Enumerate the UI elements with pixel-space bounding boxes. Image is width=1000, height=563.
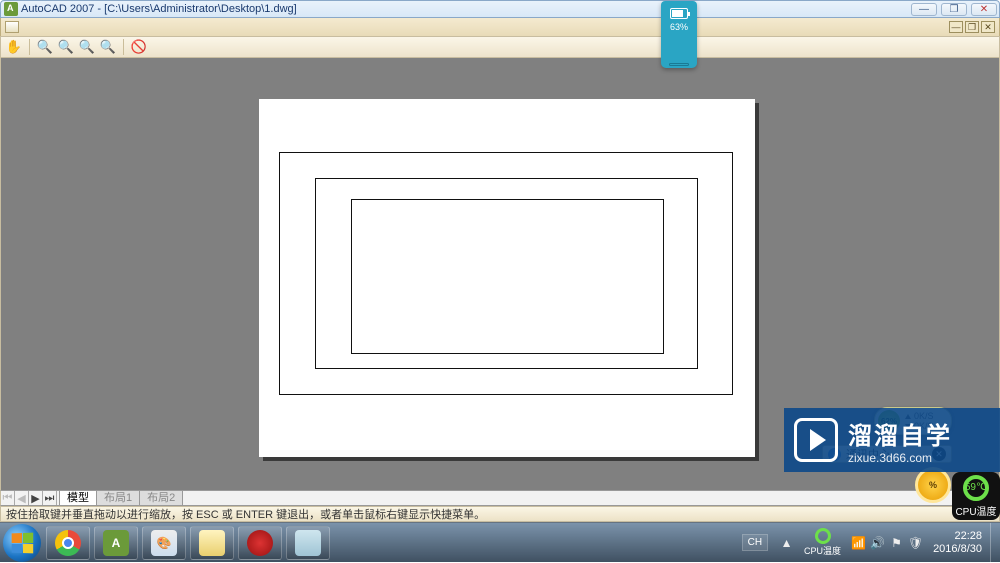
zoom-previous-button[interactable]: 🔍 bbox=[78, 38, 96, 56]
window-titlebar: AutoCAD 2007 - [C:\Users\Administrator\D… bbox=[0, 0, 1000, 18]
tray-network-icon[interactable]: 📶 bbox=[851, 535, 866, 550]
zoom-window-icon: 🔍 bbox=[58, 39, 74, 55]
watermark-overlay: 溜溜自学 zixue.3d66.com bbox=[784, 408, 1000, 472]
menubar: — ❐ ✕ bbox=[0, 18, 1000, 36]
cpu-temp-small-widget[interactable]: % bbox=[915, 467, 951, 503]
chrome-icon bbox=[55, 530, 81, 556]
hand-icon: ✋ bbox=[6, 39, 22, 55]
tray-volume-icon[interactable]: 🔊 bbox=[870, 535, 885, 550]
rectangle-inner bbox=[351, 199, 664, 354]
cpu-temp-label: CPU温度 bbox=[955, 503, 996, 518]
tab-model[interactable]: 模型 bbox=[59, 491, 97, 506]
tray-show-hidden[interactable]: ▲ bbox=[779, 535, 794, 550]
zoom-extents-icon: 🔍 bbox=[100, 39, 116, 55]
taskbar-app-red[interactable] bbox=[238, 526, 282, 560]
clock-time: 22:28 bbox=[954, 530, 982, 543]
show-desktop-button[interactable] bbox=[990, 523, 1000, 563]
tray-cpu-temp[interactable]: CPU温度 bbox=[804, 528, 841, 557]
zoom-plus-icon: 🔍 bbox=[37, 39, 53, 55]
layout-tabstrip: ⏮ ◀ ▶ ⏭ 模型 布局1 布局2 bbox=[0, 490, 1000, 506]
mdi-minimize-button[interactable]: — bbox=[949, 21, 963, 33]
separator bbox=[123, 39, 124, 55]
tray-cpu-label: CPU温度 bbox=[804, 544, 841, 557]
mdi-close-button[interactable]: ✕ bbox=[981, 21, 995, 33]
status-text: 按住拾取键并垂直拖动以进行缩放，按 ESC 或 ENTER 键退出，或者单击鼠标… bbox=[6, 506, 485, 522]
tray-shield-icon[interactable]: 🛡 bbox=[908, 535, 923, 550]
cancel-icon: 🚫 bbox=[131, 39, 147, 55]
paint-icon: 🎨 bbox=[151, 530, 177, 556]
taskbar-app-paint[interactable]: 🎨 bbox=[142, 526, 186, 560]
cpu-ring-icon bbox=[815, 528, 831, 544]
folder-icon bbox=[199, 530, 225, 556]
mdi-restore-button[interactable]: ❐ bbox=[965, 21, 979, 33]
battery-icon bbox=[670, 8, 688, 19]
cancel-button[interactable]: 🚫 bbox=[130, 38, 148, 56]
phone-home-button bbox=[669, 63, 689, 66]
watermark-title: 溜溜自学 bbox=[848, 416, 952, 451]
start-button[interactable] bbox=[3, 524, 41, 562]
taskbar-app-snip[interactable] bbox=[286, 526, 330, 560]
red-app-icon bbox=[247, 530, 273, 556]
watermark-url: zixue.3d66.com bbox=[848, 451, 952, 465]
zoom-window-button[interactable]: 🔍 bbox=[57, 38, 75, 56]
window-close-button[interactable]: ✕ bbox=[971, 3, 997, 16]
snip-icon bbox=[295, 530, 321, 556]
window-minimize-button[interactable]: — bbox=[911, 3, 937, 16]
windows-taskbar: A 🎨 CH ▲ CPU温度 📶 🔊 ⚑ 🛡 22:28 2016/8/30 bbox=[0, 522, 1000, 562]
zoom-prev-icon: 🔍 bbox=[79, 39, 95, 55]
tab-nav-last[interactable]: ⏭ bbox=[43, 491, 57, 505]
taskbar-app-explorer[interactable] bbox=[190, 526, 234, 560]
app-icon bbox=[4, 2, 18, 16]
cpu-temp-widget[interactable]: 59℃ CPU温度 bbox=[952, 472, 1000, 520]
tray-flag-icon[interactable]: ⚑ bbox=[889, 535, 904, 550]
toolbar: ✋ 🔍 🔍 🔍 🔍 🚫 bbox=[0, 36, 1000, 58]
play-icon bbox=[794, 418, 838, 462]
document-icon bbox=[5, 21, 19, 33]
tab-layout2[interactable]: 布局2 bbox=[139, 491, 183, 506]
tab-layout1[interactable]: 布局1 bbox=[96, 491, 140, 506]
pan-tool-button[interactable]: ✋ bbox=[5, 38, 23, 56]
tab-nav-first[interactable]: ⏮ bbox=[1, 491, 15, 505]
taskbar-clock[interactable]: 22:28 2016/8/30 bbox=[933, 530, 982, 556]
windows-logo-icon bbox=[12, 532, 34, 553]
system-tray: CH ▲ CPU温度 📶 🔊 ⚑ 🛡 22:28 2016/8/30 bbox=[742, 523, 1000, 562]
zoom-realtime-button[interactable]: 🔍 bbox=[36, 38, 54, 56]
tab-nav-prev[interactable]: ◀ bbox=[15, 491, 29, 505]
tab-nav-next[interactable]: ▶ bbox=[29, 491, 43, 505]
status-bar: 按住拾取键并垂直拖动以进行缩放，按 ESC 或 ENTER 键退出，或者单击鼠标… bbox=[0, 506, 1000, 522]
window-title: AutoCAD 2007 - [C:\Users\Administrator\D… bbox=[21, 3, 297, 15]
cpu-temp-value: 59℃ bbox=[963, 475, 989, 501]
autocad-icon: A bbox=[103, 530, 129, 556]
zoom-extents-button[interactable]: 🔍 bbox=[99, 38, 117, 56]
battery-percent: 63% bbox=[670, 22, 688, 32]
language-indicator[interactable]: CH bbox=[742, 534, 768, 551]
phone-battery-overlay[interactable]: 63% bbox=[661, 1, 697, 68]
clock-date: 2016/8/30 bbox=[933, 543, 982, 556]
separator bbox=[29, 39, 30, 55]
taskbar-app-chrome[interactable] bbox=[46, 526, 90, 560]
taskbar-app-autocad[interactable]: A bbox=[94, 526, 138, 560]
window-maximize-button[interactable]: ❐ bbox=[941, 3, 967, 16]
